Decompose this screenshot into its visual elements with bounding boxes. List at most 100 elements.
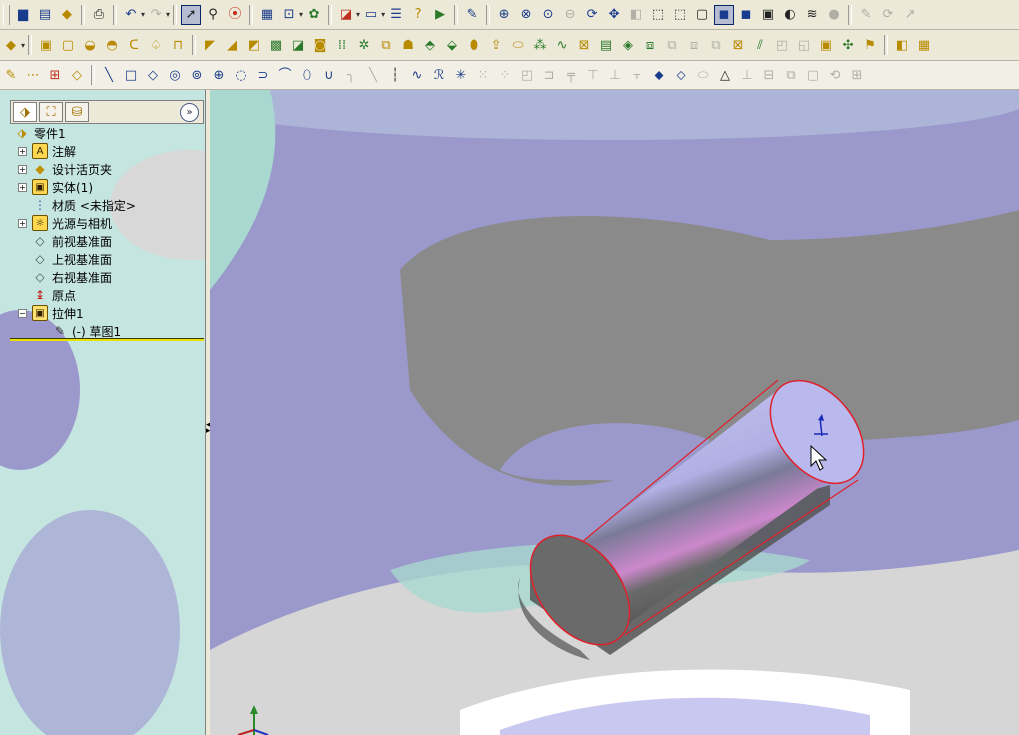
grid-icon[interactable]: ⋯ (23, 65, 43, 85)
rectangle-icon[interactable]: □ (121, 65, 141, 85)
scale-icon[interactable]: ⇪ (486, 35, 506, 55)
delete-face-icon[interactable]: ⊠ (728, 35, 748, 55)
perimeter-circle-icon[interactable]: ⊚ (187, 65, 207, 85)
collapse-toggle[interactable]: − (18, 308, 27, 318)
scale-entities-icon[interactable]: ⊞ (847, 65, 867, 85)
split-icon[interactable]: ⊠ (574, 35, 594, 55)
library-feature-icon[interactable]: ◧ (892, 35, 912, 55)
split-entities-icon[interactable]: ⊥ (605, 65, 625, 85)
line-icon[interactable]: ╲ (99, 65, 119, 85)
zoom-prev-icon[interactable]: ⊖ (560, 5, 580, 25)
tree-item-material[interactable]: ⋮ 材质 <未指定> (10, 196, 204, 214)
tangent-arc-icon[interactable]: ◌ (231, 65, 251, 85)
rollback-bar[interactable] (10, 338, 204, 341)
configuration-manager-tab-icon[interactable]: ⛁ (65, 102, 89, 122)
tree-item-origin[interactable]: ↨ 原点 (10, 286, 204, 304)
repair-sketch-icon[interactable]: ⧉ (781, 65, 801, 85)
help-icon[interactable]: ? (408, 5, 428, 25)
convert-icon[interactable]: ◰ (517, 65, 537, 85)
parabola-icon[interactable]: ∪ (319, 65, 339, 85)
thicken-icon[interactable]: ⧈ (640, 35, 660, 55)
reference-plane-icon[interactable]: ⬭ (508, 35, 528, 55)
polygon-icon[interactable]: ◇ (143, 65, 163, 85)
combine-icon[interactable]: ▤ (596, 35, 616, 55)
3d-sketch-icon[interactable]: ◇ (67, 65, 87, 85)
move-body-icon[interactable]: ∿ (552, 35, 572, 55)
ellipse-icon[interactable]: ⬯ (297, 65, 317, 85)
intersect-icon[interactable]: ◈ (618, 35, 638, 55)
select-arrow-icon[interactable]: ➚ (181, 4, 202, 25)
hidden-removed-icon[interactable]: ▢ (692, 5, 712, 25)
mate-ref-icon[interactable]: ▣ (816, 35, 836, 55)
fully-define-icon[interactable]: ⊟ (759, 65, 779, 85)
tree-item-annotations[interactable]: + A 注解 (10, 142, 204, 160)
shaded-edges-icon[interactable]: ◼ (736, 5, 756, 25)
chamfer-sketch-icon[interactable]: ╲ (363, 65, 383, 85)
centerpoint-arc-icon[interactable]: ⌒ (275, 65, 295, 85)
trim-icon[interactable]: ╤ (561, 65, 581, 85)
tree-item-right-plane[interactable]: ◇ 右视基准面 (10, 268, 204, 286)
rib-icon[interactable]: ◩ (244, 35, 264, 55)
3d-box-icon[interactable]: ◪ (336, 5, 356, 25)
sketch-icon[interactable]: ✎ (1, 65, 21, 85)
boundary-icon[interactable]: ⊓ (168, 35, 188, 55)
tree-item-design-binder[interactable]: + ◆ 设计活页夹 (10, 160, 204, 178)
tree-item-extrude1[interactable]: − ▣ 拉伸1 (10, 304, 204, 322)
property-manager-tab-icon[interactable]: ⛶ (39, 102, 63, 122)
tree-item-solid-bodies[interactable]: + ▣ 实体(1) (10, 178, 204, 196)
zoom-fit-icon[interactable]: ⊕ (494, 5, 514, 25)
features-toolbar-toggle-icon[interactable]: ◆ (1, 35, 21, 55)
shadows-icon[interactable]: ◐ (780, 5, 800, 25)
tree-item-part[interactable]: ⬗ 零件1 (10, 124, 204, 142)
move-entities-icon[interactable]: ⬭ (693, 65, 713, 85)
cut-extrude-icon[interactable]: ▢ (58, 35, 78, 55)
toolbar-grip[interactable] (3, 4, 10, 25)
zebra-icon[interactable]: ≋ (802, 5, 822, 25)
tree-item-front-plane[interactable]: ◇ 前视基准面 (10, 232, 204, 250)
traffic-light-icon[interactable]: ⦿ (225, 5, 245, 25)
sketch-tool-icon[interactable]: ✎ (856, 5, 876, 25)
realview-icon[interactable]: ● (824, 5, 844, 25)
mirror-entities-icon[interactable]: ⬦ (671, 65, 691, 85)
feature-works-icon[interactable]: ⚑ (860, 35, 880, 55)
select-filter-icon[interactable]: ⚲ (203, 5, 223, 25)
point-icon[interactable]: ✳ (451, 65, 471, 85)
redo-icon[interactable]: ↷ (146, 5, 166, 25)
add-relation-icon[interactable]: △ (715, 65, 735, 85)
hidden-lines-icon[interactable]: ⬚ (670, 5, 690, 25)
point-ref-icon[interactable]: ◱ (794, 35, 814, 55)
circular-sketch-pattern-icon[interactable]: ⁘ (495, 65, 515, 85)
three-point-arc-icon[interactable]: ⊃ (253, 65, 273, 85)
undo-dropdown-icon[interactable]: ▾ (141, 10, 145, 19)
construction-geometry-icon[interactable]: ⬥ (649, 65, 669, 85)
dome-icon[interactable]: ☗ (398, 35, 418, 55)
wireframe-icon[interactable]: ⬚ (648, 5, 668, 25)
sketch-pencil-icon[interactable]: ✎ (462, 5, 482, 25)
print-icon[interactable]: ⎙ (89, 5, 109, 25)
circular-pattern-icon[interactable]: ✲ (354, 35, 374, 55)
revolve-icon[interactable]: ◒ (80, 35, 100, 55)
curve-icon[interactable]: ⧈ (684, 35, 704, 55)
hole-icon[interactable]: ◙ (310, 35, 330, 55)
expand-toggle[interactable]: + (18, 182, 27, 192)
instant3d-icon[interactable]: ✣ (838, 35, 858, 55)
expand-toggle[interactable]: + (18, 146, 27, 156)
deform-icon[interactable]: ⬙ (442, 35, 462, 55)
freeform-icon[interactable]: ⧉ (706, 35, 726, 55)
sheet-metal-icon[interactable]: ▦ (914, 35, 934, 55)
view-orient-icon[interactable]: ⊡ (279, 5, 299, 25)
sweep-icon[interactable]: ᑕ (124, 35, 144, 55)
tree-item-top-plane[interactable]: ◇ 上视基准面 (10, 250, 204, 268)
axis-icon[interactable]: ⫽ (750, 35, 770, 55)
centerline-icon[interactable]: ┆ (385, 65, 405, 85)
cut-revolve-icon[interactable]: ◓ (102, 35, 122, 55)
window-dropdown-icon[interactable]: ▾ (381, 10, 385, 19)
surface-icon[interactable]: ⧉ (662, 35, 682, 55)
window-icon[interactable]: ▭ (361, 5, 381, 25)
graphics-viewport[interactable] (210, 90, 1019, 735)
shell-icon[interactable]: ▩ (266, 35, 286, 55)
text-icon[interactable]: ℛ (429, 65, 449, 85)
expand-toggle[interactable]: + (18, 164, 27, 174)
draft-icon[interactable]: ◪ (288, 35, 308, 55)
options-grid-icon[interactable]: ▦ (257, 5, 277, 25)
